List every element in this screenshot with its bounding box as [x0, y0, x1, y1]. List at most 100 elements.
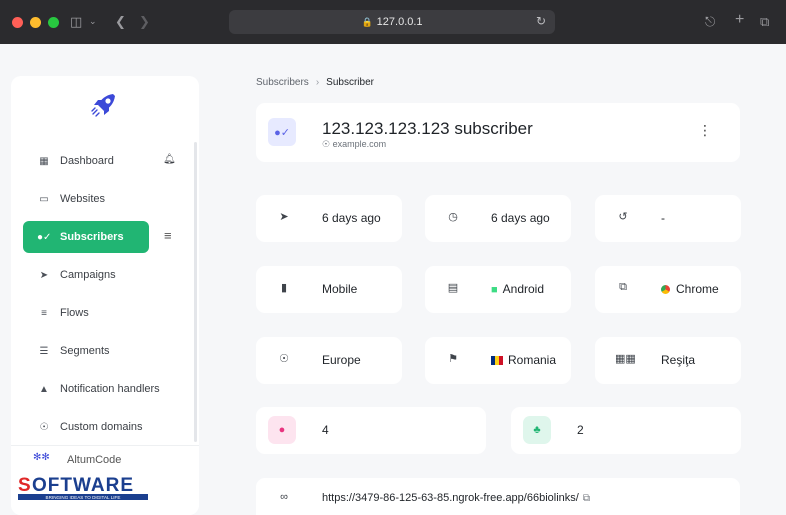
chevron-down-icon[interactable]: ⌄	[89, 16, 97, 27]
sidebar-item-websites[interactable]: ▭ Websites	[23, 183, 177, 215]
subscriber-icon: ●✓	[268, 118, 296, 146]
svg-text:S: S	[18, 475, 32, 496]
breadcrumb-current: Subscriber	[326, 77, 374, 88]
globe-icon: ☉	[279, 353, 289, 365]
sent-notifications-value: 4	[322, 423, 329, 437]
continent-value: Europe	[322, 353, 361, 367]
sidebar-item-subscribers[interactable]: ●✓ Subscribers	[23, 221, 149, 253]
subscriber-header-card: ●✓ 123.123.123.123 subscriber ☉ example.…	[256, 103, 740, 162]
reload-icon[interactable]: ↻	[536, 14, 546, 28]
new-tab-icon[interactable]: +	[735, 11, 744, 29]
forward-icon[interactable]: ❯	[139, 14, 150, 30]
sidebar-item-dashboard[interactable]: ▦ Dashboard	[23, 145, 177, 177]
browser-label: Chrome	[676, 282, 719, 296]
displayed-notifications-value: 2	[577, 423, 584, 437]
clock-icon: ◷	[448, 211, 458, 223]
server-icon: ▤	[447, 282, 459, 294]
minimize-window-button[interactable]	[30, 16, 41, 28]
displayed-notifications-card: ♣ 2	[511, 407, 741, 454]
android-icon: ■	[491, 284, 498, 296]
subscribed-date-card: ➤ 6 days ago	[256, 195, 402, 242]
share-icon[interactable]: ⎋	[705, 14, 715, 30]
sidebar-item-label: Subscribers	[60, 231, 124, 243]
flag-icon: ⚑	[448, 353, 458, 365]
os-card: ▤ ■ Android	[425, 266, 571, 313]
bell-icon[interactable]: 🔔︎	[163, 154, 176, 165]
globe-icon: ☉	[39, 421, 49, 433]
last-sent-card: ↺ -	[595, 195, 741, 242]
sidebar-item-segments[interactable]: ☰ Segments	[23, 335, 177, 367]
software-watermark-logo: S OFTWARE BRINGING IDEAS TO DIGITAL LIFE	[18, 475, 148, 500]
city-icon: ▦▦	[615, 353, 636, 365]
globe-icon: ☉	[322, 139, 331, 149]
country-label: Romania	[508, 353, 557, 367]
external-link-icon[interactable]: ⧉	[583, 493, 590, 504]
subscription-url-link[interactable]: https://3479-86-125-63-85.ngrok-free.app…	[322, 492, 579, 504]
websites-icon: ▭	[39, 193, 49, 205]
svg-text:BRINGING IDEAS TO DIGITAL LIFE: BRINGING IDEAS TO DIGITAL LIFE	[46, 495, 121, 500]
romania-flag-icon	[491, 356, 503, 365]
page-title: 123.123.123.123 subscriber	[322, 119, 533, 138]
city-card: ▦▦ Reşiţa	[595, 337, 741, 384]
last-activity-value: 6 days ago	[491, 211, 550, 225]
continent-card: ☉ Europe	[256, 337, 402, 384]
maximize-window-button[interactable]	[48, 16, 59, 28]
sidebar-item-label: Flows	[60, 307, 89, 319]
svg-text:OFTWARE: OFTWARE	[32, 475, 134, 496]
os-label: Android	[502, 282, 545, 296]
fire-icon: ●	[268, 416, 296, 444]
sidebar-item-custom-domains[interactable]: ☉ Custom domains	[23, 411, 177, 443]
windows-icon: ⧉	[619, 281, 627, 293]
sidebar-item-flows[interactable]: ≡ Flows	[23, 297, 177, 329]
sidebar-item-label: Notification handlers	[60, 383, 160, 395]
campaigns-icon: ➤	[39, 269, 49, 281]
segments-icon: ☰	[39, 345, 49, 357]
address-bar[interactable]: 🔒 127.0.0.1 ↻	[229, 10, 555, 34]
dashboard-icon: ▦	[39, 155, 49, 167]
close-window-button[interactable]	[12, 16, 23, 28]
chevron-right-icon: ›	[315, 77, 320, 88]
rocket-logo-icon[interactable]	[89, 90, 119, 120]
subscribed-date-value: 6 days ago	[322, 211, 381, 225]
rocket-icon: ➤	[279, 211, 289, 223]
flows-icon: ≡	[41, 307, 47, 319]
chrome-icon	[661, 285, 670, 294]
subscribers-icon: ●✓	[37, 231, 52, 243]
device-type-card: ▮ Mobile	[256, 266, 402, 313]
sidebar-item-notification-handlers[interactable]: ▲ Notification handlers	[23, 373, 177, 405]
subscriber-website[interactable]: ☉ example.com	[322, 139, 386, 150]
altumcode-logo-icon: ✻✻	[33, 452, 50, 463]
breadcrumb: Subscribers › Subscriber	[256, 77, 374, 88]
sidebar-item-label: Custom domains	[60, 421, 143, 433]
browser-value: Chrome	[661, 282, 719, 296]
sidebar-item-label: Websites	[60, 193, 106, 205]
brand-name[interactable]: AltumCode	[67, 454, 121, 466]
country-card: ⚑ Romania	[425, 337, 571, 384]
bell-icon: ▲	[39, 383, 49, 395]
lock-icon: 🔒	[361, 16, 373, 27]
breadcrumb-parent-link[interactable]: Subscribers	[256, 77, 309, 88]
tab-overview-icon[interactable]: ⧉	[760, 14, 769, 30]
subscription-url-card: ∞ https://3479-86-125-63-85.ngrok-free.a…	[256, 478, 740, 515]
back-icon[interactable]: ❮	[115, 14, 126, 30]
country-value: Romania	[491, 353, 556, 367]
subscriber-website-label: example.com	[332, 139, 387, 149]
sidebar-scrollbar[interactable]	[194, 142, 197, 442]
sent-notifications-card: ● 4	[256, 407, 486, 454]
link-icon: ∞	[280, 491, 288, 503]
last-activity-card: ◷ 6 days ago	[425, 195, 571, 242]
os-value: ■ Android	[491, 282, 544, 296]
menu-icon[interactable]: ≡	[164, 228, 172, 243]
address-bar-url: 127.0.0.1	[376, 16, 423, 28]
sidebar-item-label: Segments	[60, 345, 110, 357]
subscription-url-value[interactable]: https://3479-86-125-63-85.ngrok-free.app…	[322, 492, 590, 504]
mobile-icon: ▮	[280, 282, 288, 294]
city-value: Reşiţa	[661, 353, 696, 367]
more-options-icon[interactable]: ⋮	[698, 122, 712, 139]
sidebar-item-campaigns[interactable]: ➤ Campaigns	[23, 259, 177, 291]
sidebar-item-label: Dashboard	[60, 155, 114, 167]
sidebar-toggle-icon[interactable]: ◫	[70, 14, 82, 30]
sidebar: ▦ Dashboard 🔔︎ ▭ Websites ●✓ Subscribers…	[11, 76, 199, 515]
browser-card: ⧉ Chrome	[595, 266, 741, 313]
tree-icon: ♣	[523, 416, 551, 444]
